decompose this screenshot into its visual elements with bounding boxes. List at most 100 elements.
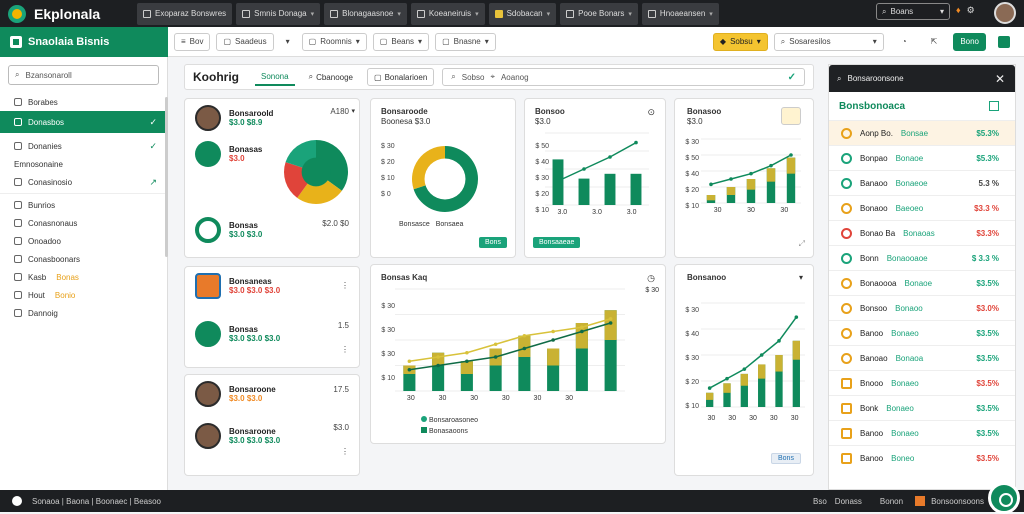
sidebar-item-2[interactable]: Donanies ✓ [0, 137, 167, 155]
filter-button-4[interactable]: ▢ Bnasne ▾ [435, 32, 496, 51]
menu-icon[interactable]: ⋮ [341, 345, 349, 354]
right-list-item[interactable]: Bnooo Bonaeo $3.5% [829, 370, 1015, 395]
right-item-sub: Bonaoa [895, 353, 924, 363]
link-icon[interactable]: ⊙ [647, 107, 655, 118]
combo2-action-button[interactable]: Bons [771, 453, 801, 464]
right-list-item[interactable]: Aonp Bo. Bonsae $5.3% [829, 120, 1015, 145]
list-item[interactable]: Bonsas $3.0 $3.0 $3.0 [195, 321, 280, 347]
bar1-action-button[interactable]: Bonsaaeae [533, 237, 581, 248]
clock-icon[interactable]: ◷ [647, 273, 655, 284]
list-item[interactable]: Bonsaneas $3.0 $3.0 $3.0 [195, 273, 280, 299]
sidebar-item-1[interactable]: Donasbos ✓ [0, 111, 167, 133]
filter-button-3[interactable]: ▢ Beans ▾ [372, 32, 430, 51]
bottom-link[interactable]: Bonsoonsoons [931, 497, 984, 506]
tab-reports[interactable]: ▢ Bonalarioen [367, 68, 435, 86]
sidebar-item-10[interactable]: Hout Bonio [0, 286, 167, 304]
sidebar-item-label: Kasb [28, 272, 47, 282]
list-item[interactable]: Bonsaroone $3.0 $3.0 $3.0 [195, 423, 280, 449]
right-item-name: Banoo [860, 428, 884, 438]
sidebar-item-4[interactable]: Conasinosio ↗ [0, 173, 167, 191]
app-logo[interactable]: Ekplonala [0, 0, 137, 27]
right-list-item[interactable]: Banoao Bonaoa $3.5% [829, 345, 1015, 370]
filter-button-2[interactable]: ▢ Roomnis ▾ [301, 32, 367, 51]
donut-card: Bonsaroode Boonesa $3.0 $ 30 $ 20 $ 10 $… [370, 98, 516, 258]
menu-button[interactable]: ≡ Bov [174, 32, 211, 51]
top-tab-3[interactable]: Koeaneiruis ▾ [410, 2, 485, 25]
right-list-item[interactable]: Banoo Bonaeo $3.5% [829, 420, 1015, 445]
right-list-item[interactable]: Bonn Bonaooaoe $ 3.3 % [829, 245, 1015, 270]
close-icon[interactable]: ✕ [995, 72, 1005, 86]
filter-button-1[interactable]: ▢ Saadeus [216, 32, 274, 51]
bottom-link[interactable]: Bso [813, 497, 827, 506]
donut-action-button[interactable]: Bons [479, 237, 507, 248]
tab-overview[interactable]: Sonona [255, 68, 295, 86]
card-subtitle: Boonesa $3.0 [381, 117, 431, 126]
sidebar-item-6[interactable]: Conasnonaus [0, 214, 167, 232]
thumbnail-icon[interactable] [781, 107, 801, 125]
sidebar-item-11[interactable]: Dannoig [0, 304, 167, 322]
toolbar-search-input[interactable]: ⌕ Sosaresilos ▾ [773, 32, 884, 51]
top-search-text: Boans [890, 7, 914, 16]
right-list-item[interactable]: Bonk Bonaeo $3.5% [829, 395, 1015, 420]
right-list-item[interactable]: Banoo Bonaeo $3.5% [829, 320, 1015, 345]
top-tab-5[interactable]: Pooe Bonars ▾ [560, 2, 638, 25]
right-list-item[interactable]: Bonaoo Baeoeo $3.3 % [829, 195, 1015, 220]
series-line-point [493, 342, 498, 347]
top-tab-6[interactable]: Hnoaeansen ▾ [641, 2, 719, 25]
top-tab-1[interactable]: Smnis Donaga ▾ [236, 2, 321, 25]
series-line-2-point [608, 321, 613, 325]
right-item-value: $3.5% [976, 353, 999, 363]
right-item-name: Banoo [860, 453, 884, 463]
main-search-input[interactable]: ⌕ Sobso ⌖ Aoanog ✓ [442, 68, 805, 86]
top-tab-0[interactable]: Exoparaz Bonswres [137, 2, 233, 25]
bottom-link[interactable]: Bonon [880, 497, 903, 506]
list-item[interactable]: Bonsaroone $3.0 $3.0 [195, 381, 276, 407]
menu-icon[interactable]: ⋮ [341, 281, 349, 290]
right-list-item[interactable]: Bonpao Bonaoe $5.3% [829, 145, 1015, 170]
top-tab-4[interactable]: Sdobacan ▾ [488, 2, 557, 25]
bar-card-2: Bonasoo $3.0 $ 30 $ 50 $ 40 $ 20 $ 10 30… [674, 98, 814, 258]
chevron-down-icon[interactable]: ▾ [799, 273, 803, 282]
chat-fab-button[interactable] [988, 482, 1020, 514]
right-list-item[interactable]: Bonao Ba Bonaoas $3.3% [829, 220, 1015, 245]
notification-icon[interactable]: ♦ [956, 5, 961, 16]
top-search-input[interactable]: ⌕ Boans ▾ [876, 3, 950, 20]
sidebar-scrollbar[interactable] [165, 97, 168, 257]
sidebar-search-input[interactable]: ⌕ Bzansonaroll [8, 65, 159, 85]
sidebar-item-8[interactable]: Conasboonars [0, 250, 167, 268]
top-tab-2[interactable]: Blonagaasnoe ▾ [324, 2, 407, 25]
user-avatar[interactable] [994, 2, 1016, 24]
sidebar-item-9[interactable]: Kasb Bonas [0, 268, 167, 286]
right-item-name: Aonp Bo. [860, 128, 893, 138]
chevron-button[interactable]: ▾ [279, 32, 296, 51]
list-item[interactable]: Bonasas $3.0 [195, 141, 262, 167]
series-line-2-point [551, 338, 555, 342]
right-list-item[interactable]: Bonsoo Bonaoo $3.0% [829, 295, 1015, 320]
share-button[interactable]: ⇱ [924, 32, 944, 51]
list-item[interactable]: Bonsaroold $3.0 $8.9 [195, 105, 273, 131]
menu-icon[interactable]: ⋮ [341, 447, 349, 456]
tab-charts[interactable]: ⌕ Cbanooge [303, 68, 359, 86]
action-label: Bono [960, 37, 979, 46]
check-icon: ✓ [149, 140, 157, 151]
refresh-button[interactable]: ◔ [895, 32, 913, 51]
settings-icon[interactable]: ⚙ [967, 5, 975, 16]
action-button[interactable]: Bono [953, 32, 986, 51]
sidebar-item-0[interactable]: Borabes [0, 93, 167, 111]
sidebar-item-7[interactable]: Onoadoo [0, 232, 167, 250]
list-item[interactable]: Bonsas $3.0 $3.0 [195, 217, 262, 243]
sort-button[interactable]: ◆ Sobsu ▾ [712, 32, 768, 51]
bottom-link[interactable]: Donass [835, 497, 862, 506]
right-item-name: Bonk [860, 403, 879, 413]
expand-icon[interactable]: ⤢ [799, 239, 805, 249]
checkbox[interactable] [989, 101, 999, 111]
more-button[interactable] [992, 32, 1016, 51]
right-list-item[interactable]: Banoo Boneo $3.5% [829, 445, 1015, 470]
top-bar: Ekplonala Exoparaz Bonswres Smnis Donaga… [0, 0, 1024, 27]
sidebar-item-5[interactable]: Bunrios [0, 196, 167, 214]
series-line-point [436, 355, 440, 359]
chevron-down-icon[interactable]: ▾ [351, 107, 355, 115]
sidebar-item-3[interactable]: Emnosonaine [0, 155, 167, 173]
right-list-item[interactable]: Bonaoooa Bonaoe $3.5% [829, 270, 1015, 295]
right-list-item[interactable]: Banaoo Bonaeoe 5.3 % [829, 170, 1015, 195]
